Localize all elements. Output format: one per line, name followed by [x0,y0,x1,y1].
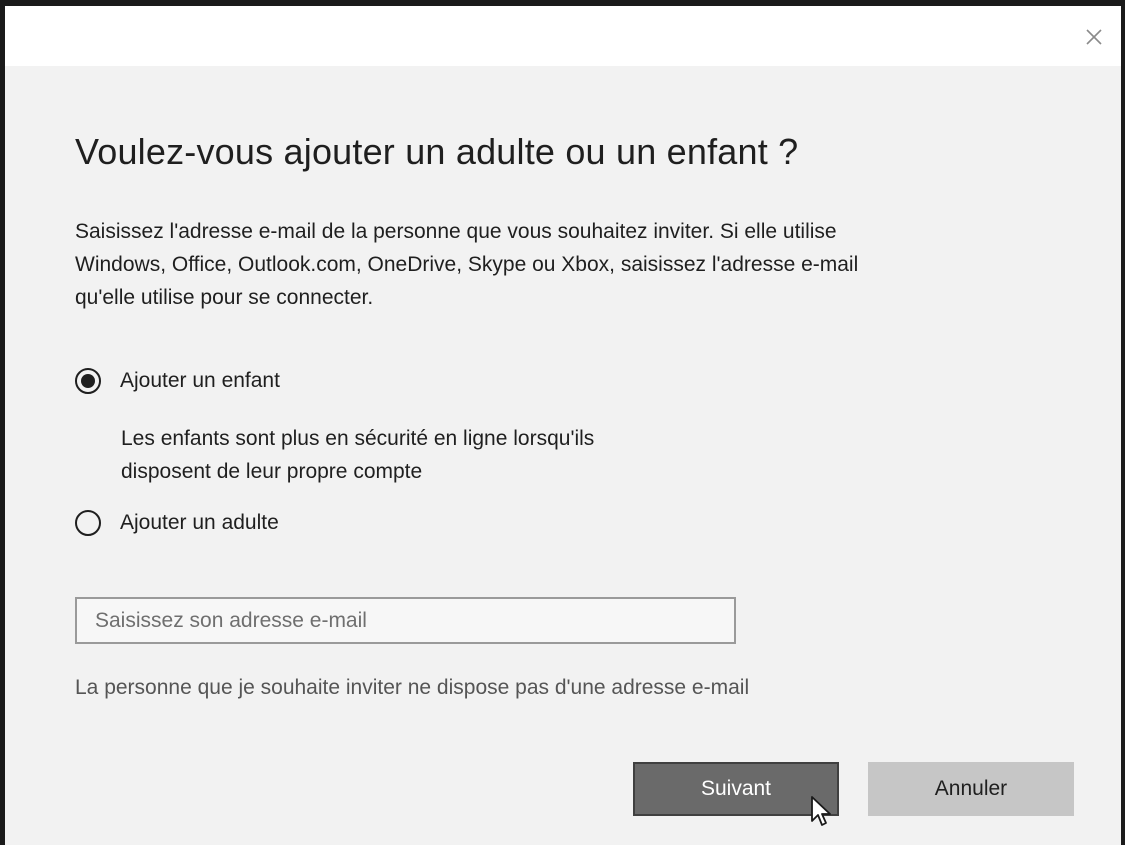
radio-label-add-adult: Ajouter un adulte [120,511,279,534]
email-input[interactable] [75,597,736,644]
radio-label-add-child: Ajouter un enfant [120,369,280,392]
child-description-line: Les enfants sont plus en sécurité en lig… [121,427,595,450]
radio-add-adult[interactable]: Ajouter un adulte [75,510,279,536]
mouse-pointer-icon [811,796,831,826]
description-line: Windows, Office, Outlook.com, OneDrive, … [75,253,859,276]
radio-add-child[interactable]: Ajouter un enfant [75,368,280,394]
cancel-button[interactable]: Annuler [868,762,1074,816]
next-button[interactable]: Suivant [633,762,839,816]
close-button[interactable] [1081,24,1107,50]
radio-dot [81,374,95,388]
radio-button-unchecked[interactable] [75,510,101,536]
window-border-left [0,0,5,845]
description-line: qu'elle utilise pour se connecter. [75,286,374,309]
close-icon [1086,29,1102,45]
no-email-link[interactable]: La personne que je souhaite inviter ne d… [75,676,749,700]
radio-button-checked[interactable] [75,368,101,394]
child-option-description: Les enfants sont plus en sécurité en lig… [121,422,594,488]
dialog-title: Voulez-vous ajouter un adulte ou un enfa… [75,131,799,172]
description-line: Saisissez l'adresse e-mail de la personn… [75,220,837,243]
title-bar [5,6,1121,66]
dialog-description: Saisissez l'adresse e-mail de la personn… [75,215,1035,314]
add-family-member-dialog: Voulez-vous ajouter un adulte ou un enfa… [0,0,1125,845]
child-description-line: disposent de leur propre compte [121,460,423,483]
window-border-right [1121,0,1125,845]
